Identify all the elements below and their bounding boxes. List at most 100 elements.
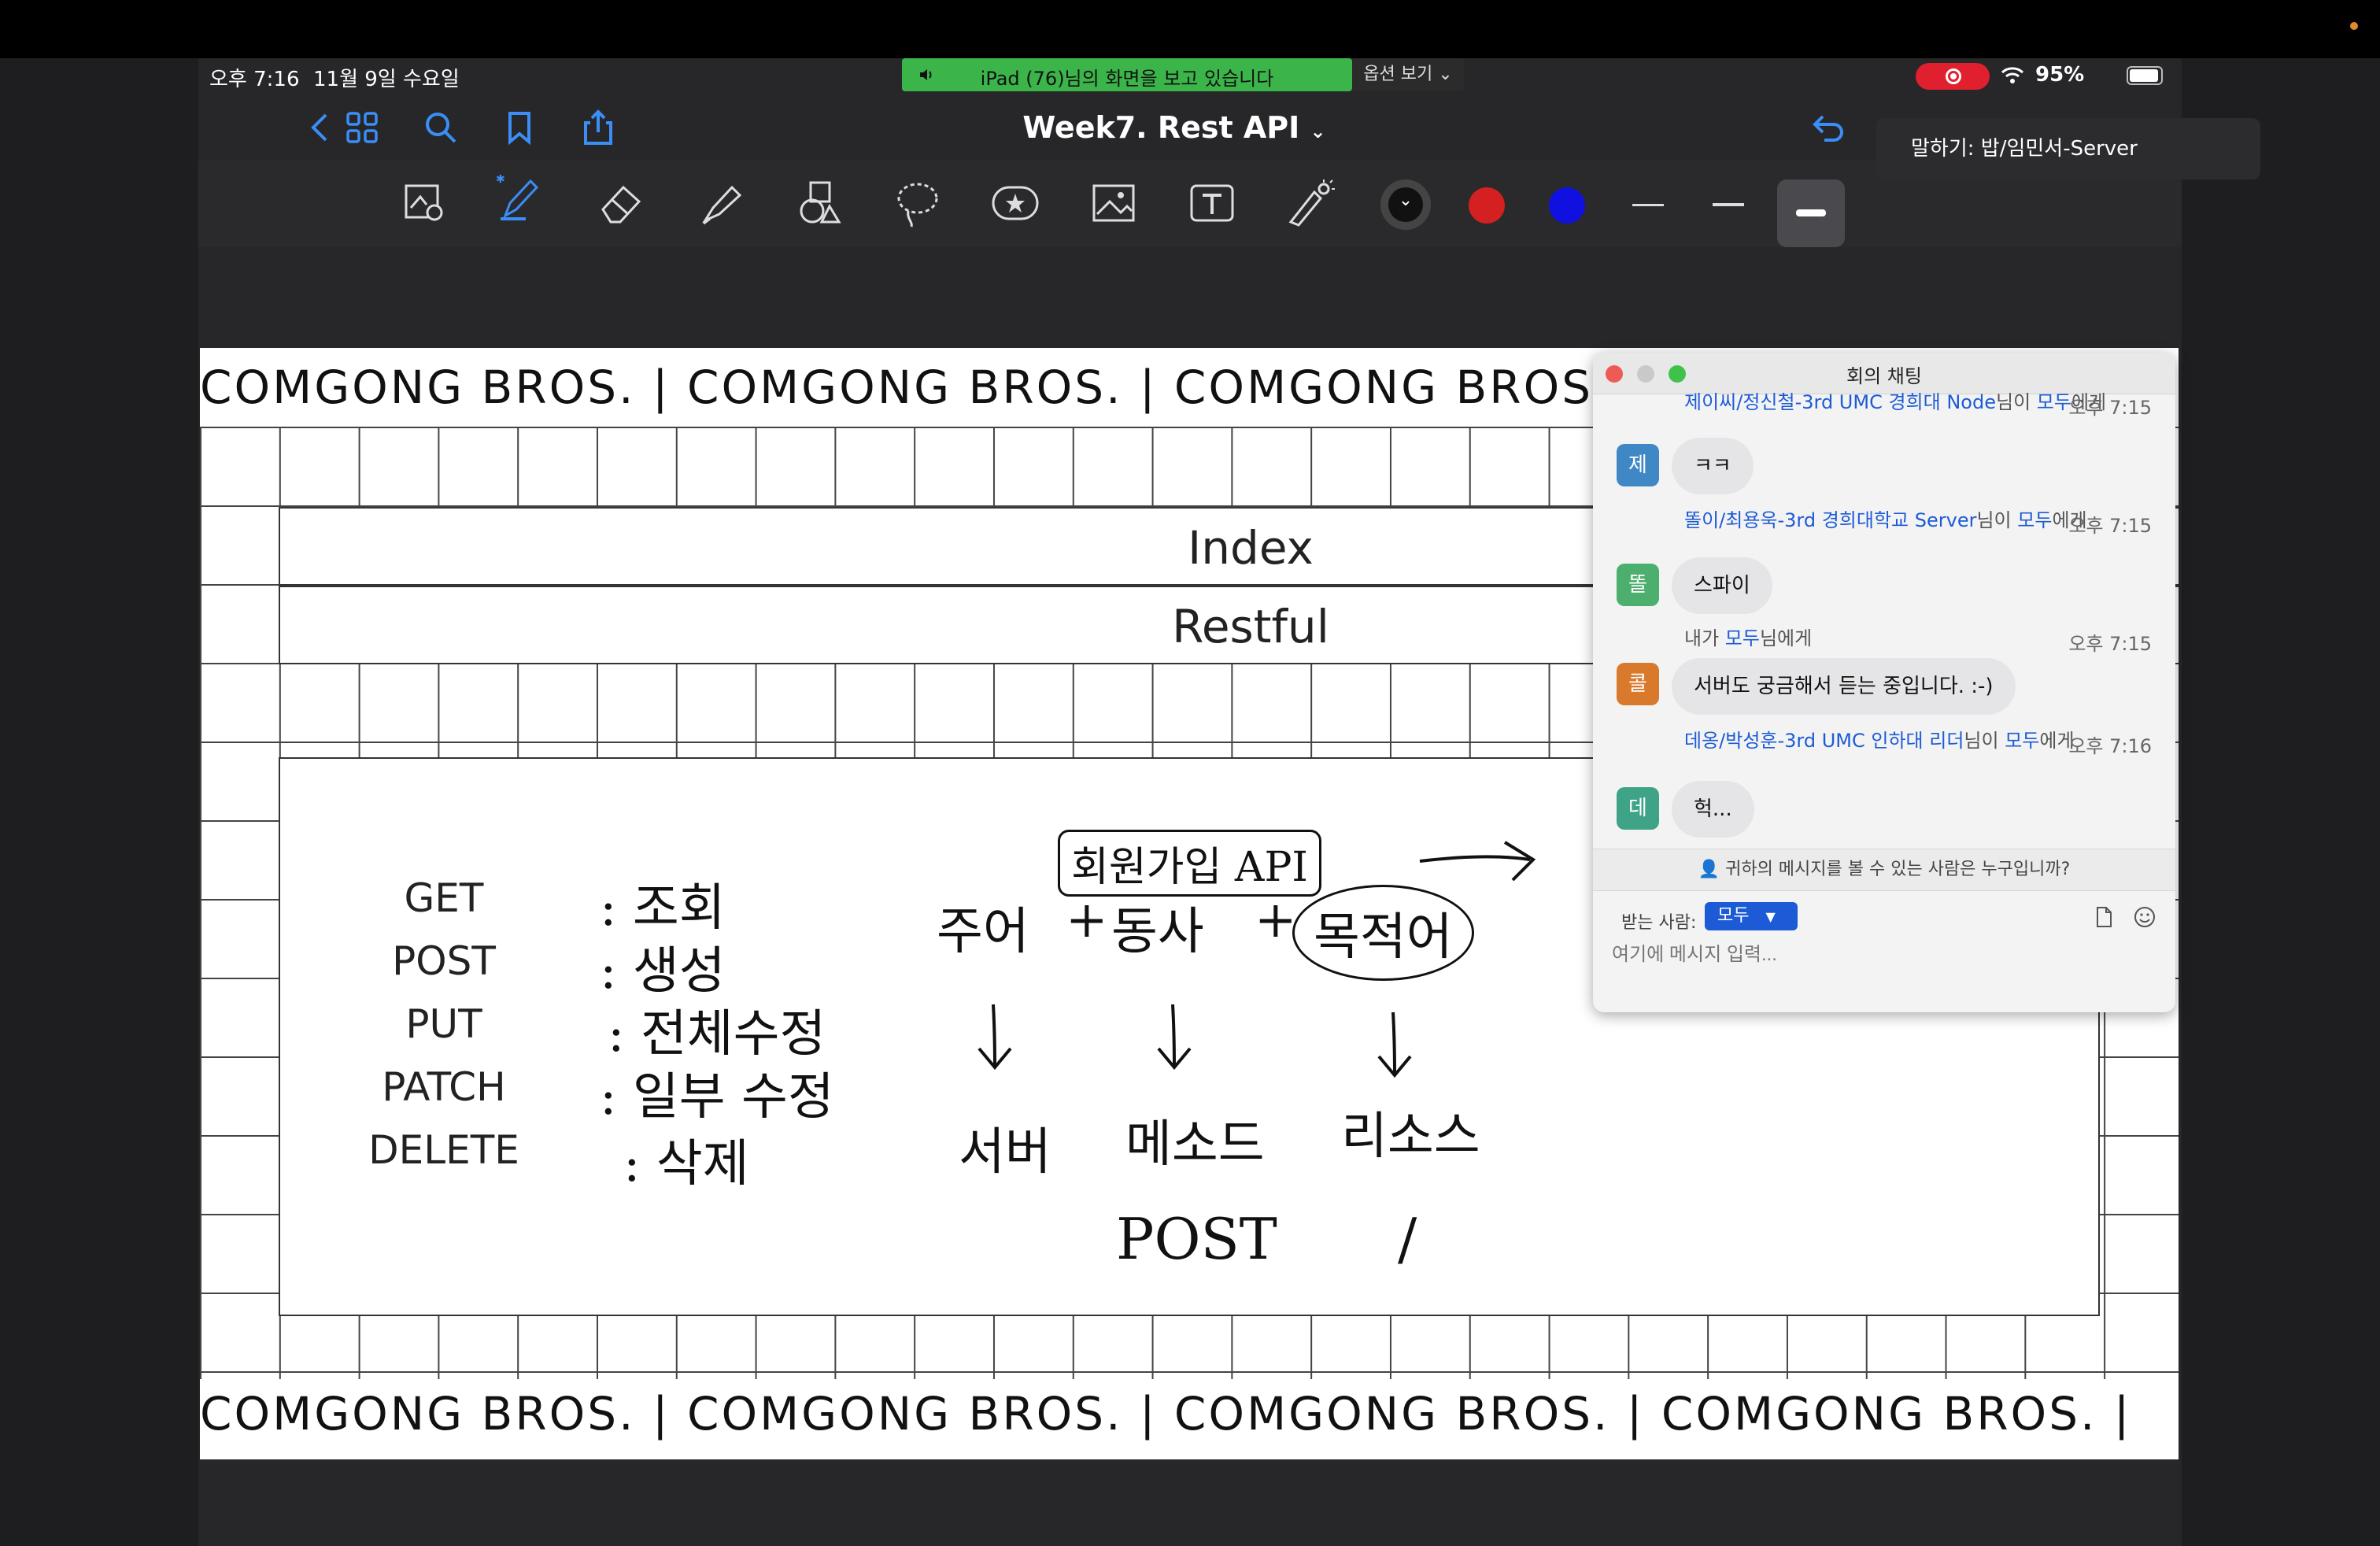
stroke-width-medium[interactable] [1713, 203, 1744, 206]
index-title: Index [1188, 521, 1314, 575]
chat-title-bar[interactable]: 회의 채팅 [1593, 353, 2175, 394]
recipient-value: 모두 [1717, 906, 1750, 926]
handwritten-resource: 리소스 [1341, 1108, 1480, 1166]
restful-title: Restful [1172, 600, 1329, 653]
ipad-status-bar: 오후 7:16 11월 9일 수요일 iPad (76)님의 화면을 보고 있습… [198, 58, 2182, 94]
back-chevron-icon[interactable] [299, 109, 337, 146]
color-black-selected[interactable]: ⌄ [1380, 179, 1431, 230]
chevron-down-icon: ⌄ [1438, 65, 1453, 84]
color-swatch-blue[interactable] [1549, 187, 1585, 224]
chevron-down-icon: ⌄ [1310, 120, 1326, 142]
view-options-label: 옵션 보기 [1363, 65, 1433, 84]
laser-pointer-icon[interactable] [1284, 178, 1335, 228]
message-sender-suffix: 님이 [1995, 391, 2037, 413]
message-sender-suffix: 님이 [1964, 730, 2005, 752]
method-put-desc: : 전체수정 [608, 1005, 826, 1063]
method-get: GET [404, 875, 484, 921]
pen-tool-icon[interactable]: ✱ [494, 172, 545, 222]
handwritten-plus-1: + [1066, 891, 1108, 949]
emoji-icon[interactable] [2133, 905, 2156, 929]
method-put: PUT [405, 1001, 482, 1047]
chat-message-bubble: ㅋㅋ [1672, 438, 1754, 494]
view-options-button[interactable]: 옵션 보기 ⌄ [1352, 58, 1464, 91]
message-recipient[interactable]: 모두 [2017, 509, 2052, 531]
method-delete: DELETE [368, 1127, 519, 1173]
method-post-desc: : 생성 [600, 942, 726, 1000]
recipient-label: 받는 사람: [1621, 913, 1697, 933]
chat-message-bubble: 스파이 [1672, 557, 1772, 614]
handwritten-api-title: 회원가입 API [1058, 830, 1321, 897]
message-sender[interactable]: 제이씨/정신철-3rd UMC 경희대 Node [1684, 391, 1996, 413]
battery-icon [2127, 66, 2163, 85]
screen-record-indicator[interactable] [1916, 63, 1990, 90]
stroke-width-thick-selected[interactable] [1777, 179, 1845, 247]
message-recipient[interactable]: 모두 [1725, 627, 1760, 649]
record-dot-icon [1950, 73, 1957, 80]
avatar: 제 [1617, 444, 1659, 486]
file-attach-icon[interactable] [2092, 905, 2116, 929]
image-insert-icon[interactable] [1089, 178, 1140, 228]
who-can-see-text: 귀하의 메시지를 볼 수 있는 사람은 누구입니까? [1725, 860, 2071, 879]
undo-icon[interactable] [1810, 109, 1848, 146]
thumbnails-grid-icon[interactable] [343, 109, 381, 146]
person-icon: 👤 [1698, 860, 1720, 879]
elements-sticker-icon[interactable] [990, 178, 1040, 228]
chat-message-input[interactable] [1610, 943, 2086, 967]
message-recipient[interactable]: 모두 [2005, 730, 2039, 752]
handwritten-slash: / [1398, 1206, 1417, 1272]
lasso-icon[interactable] [893, 178, 943, 228]
search-icon[interactable] [422, 109, 460, 146]
chevron-down-icon: ⌄ [1398, 190, 1414, 210]
status-date: 11월 9일 수요일 [313, 68, 460, 91]
method-patch-desc: : 일부 수정 [600, 1068, 834, 1126]
battery-percentage: 95% [2035, 63, 2085, 87]
shapes-icon[interactable] [793, 178, 844, 228]
handwritten-post: POST [1116, 1206, 1277, 1272]
handwritten-plus-2: + [1255, 891, 1297, 949]
message-recipient[interactable]: 모두 [2037, 391, 2071, 413]
bookmark-icon[interactable] [501, 109, 538, 146]
handwritten-object: 목적어 [1292, 885, 1474, 981]
screen-sharing-banner[interactable]: iPad (76)님의 화면을 보고 있습니다 [902, 58, 1352, 91]
method-get-desc: : 조회 [600, 879, 726, 938]
chat-message-bubble: 서버도 궁금해서 듣는 중입니다. :-) [1672, 658, 2016, 715]
avatar: 데 [1617, 787, 1659, 830]
caret-down-icon: ▼ [1765, 909, 1776, 924]
recording-indicator-dot [2350, 22, 2358, 30]
chat-title: 회의 채팅 [1846, 365, 1922, 387]
message-sender[interactable]: 데옹/박성훈-3rd UMC 인하대 리더 [1684, 730, 1964, 752]
stroke-width-thin[interactable] [1632, 204, 1664, 206]
text-box-icon[interactable] [1187, 178, 1237, 228]
meeting-chat-window: 회의 채팅 제이씨/정신철-3rd UMC 경희대 Node님이 모두에게 오후… [1593, 353, 2175, 1012]
document-title: Week7. Rest API [1022, 110, 1300, 145]
who-can-see-messages-link[interactable]: 👤 귀하의 메시지를 볼 수 있는 사람은 누구입니까? [1593, 849, 2175, 891]
handwritten-arrow-down-icon [1157, 1004, 1192, 1071]
handwritten-arrow-down-icon [978, 1004, 1012, 1071]
handwritten-server: 서버 [959, 1123, 1051, 1182]
message-time: 오후 7:16 [2068, 735, 2152, 757]
handwritten-arrow-right-icon [1419, 841, 1536, 882]
message-sender[interactable]: 똘이/최용욱-3rd 경희대학교 Server [1684, 509, 1976, 531]
method-delete-desc: : 삭제 [623, 1135, 749, 1193]
document-title-menu[interactable]: Week7. Rest API ⌄ [1001, 110, 1347, 145]
handwritten-arrow-down-icon [1377, 1012, 1412, 1078]
message-sender: 내가 [1684, 627, 1725, 649]
recipient-select[interactable]: 모두 ▼ [1705, 902, 1798, 930]
handwritten-verb: 동사 [1111, 903, 1204, 961]
avatar: 똘 [1617, 564, 1659, 606]
lasso-zoom-icon[interactable] [400, 178, 450, 228]
message-recipient-suffix: 님에게 [1759, 627, 1813, 649]
message-sender-suffix: 님이 [1976, 509, 2018, 531]
status-time: 오후 7:16 [209, 68, 300, 91]
handwritten-method: 메소드 [1125, 1115, 1265, 1174]
screen-sharing-text: iPad (76)님의 화면을 보고 있습니다 [980, 68, 1274, 90]
color-swatch-red[interactable] [1469, 187, 1505, 224]
highlighter-icon[interactable] [696, 178, 746, 228]
method-post: POST [392, 938, 496, 984]
wifi-icon [2001, 67, 2024, 83]
chat-message-bubble: 헉... [1672, 781, 1754, 838]
share-icon[interactable] [579, 109, 617, 146]
screen-share-top-bar [0, 0, 2380, 58]
eraser-icon[interactable] [597, 178, 647, 228]
message-time: 오후 7:15 [2068, 397, 2152, 419]
